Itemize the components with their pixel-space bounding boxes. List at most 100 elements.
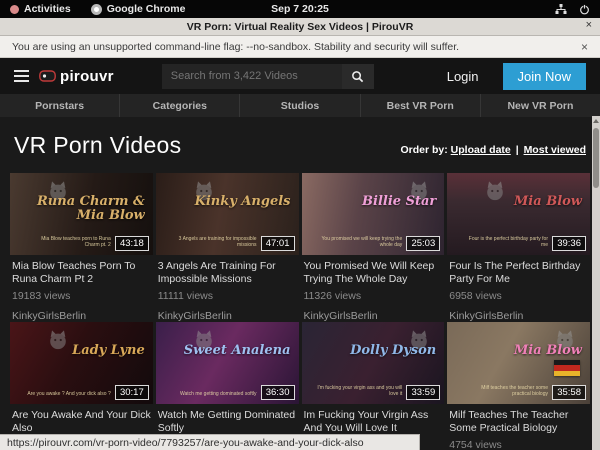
page-scrollbar[interactable]	[592, 116, 600, 450]
video-thumbnail[interactable]: Runa Charm & Mia Blow Mia Blow teaches p…	[10, 173, 153, 255]
studio-link[interactable]: KinkyGirlsBerlin	[304, 310, 443, 322]
main-nav: Pornstars Categories Studios Best VR Por…	[0, 94, 600, 117]
duration-badge: 30:17	[115, 385, 149, 400]
video-thumbnail[interactable]: Sweet Analena Watch me getting dominated…	[156, 322, 299, 404]
duration-badge: 25:03	[406, 236, 440, 251]
video-views: 4754 views	[449, 439, 588, 450]
video-grid: Runa Charm & Mia Blow Mia Blow teaches p…	[0, 173, 600, 450]
cat-watermark-icon	[47, 329, 69, 351]
thumbnail-caption: Are you awake ? And your dick also ?	[27, 391, 110, 397]
tray-network-icon[interactable]	[555, 3, 567, 15]
video-views: 6958 views	[449, 290, 588, 302]
search-button[interactable]	[342, 64, 374, 89]
thumbnail-caption: Milf teaches the teacher some practical …	[462, 385, 548, 397]
video-card[interactable]: Mia Blow Milf teaches the teacher some p…	[447, 322, 590, 450]
activities-button[interactable]: Activities	[0, 3, 81, 15]
duration-badge: 36:30	[261, 385, 295, 400]
order-by-controls: Order by: Upload date | Most viewed	[400, 144, 586, 159]
duration-badge: 35:58	[552, 385, 586, 400]
clock[interactable]: Sep 7 20:25	[271, 3, 329, 15]
video-thumbnail[interactable]: Mia Blow Milf teaches the teacher some p…	[447, 322, 590, 404]
video-title[interactable]: Im Fucking Your Virgin Ass And You Will …	[304, 409, 443, 434]
cat-watermark-icon	[484, 180, 506, 202]
window-close-icon[interactable]: ×	[586, 19, 592, 31]
duration-badge: 33:59	[406, 385, 440, 400]
page-title: VR Porn Videos	[14, 132, 181, 159]
login-link[interactable]: Login	[441, 69, 485, 84]
browser-viewport: pirouvr Login Join Now Pornstars Categor…	[0, 58, 600, 450]
video-title[interactable]: Four Is The Perfect Birthday Party For M…	[449, 260, 588, 285]
recording-indicator-icon	[10, 5, 19, 14]
site-logo[interactable]: pirouvr	[39, 68, 114, 85]
sandbox-warning-text: You are using an unsupported command-lin…	[12, 41, 459, 53]
video-title[interactable]: Milf Teaches The Teacher Some Practical …	[449, 409, 588, 434]
video-views: 19183 views	[12, 290, 151, 302]
video-views: 11111 views	[158, 290, 297, 302]
system-top-bar: Activities Google Chrome Sep 7 20:25	[0, 0, 600, 18]
video-title[interactable]: Watch Me Getting Dominated Softly	[158, 409, 297, 434]
studio-link[interactable]: KinkyGirlsBerlin	[158, 310, 297, 322]
video-card[interactable]: Lady Lyne Are you awake ? And your dick …	[10, 322, 153, 450]
vr-goggles-logo-icon	[39, 70, 56, 82]
video-views: 11326 views	[304, 290, 443, 302]
thumbnail-overlay-title: Mia Blow	[514, 195, 582, 209]
video-card[interactable]: Runa Charm & Mia Blow Mia Blow teaches p…	[10, 173, 153, 322]
scrollbar-up-arrow-icon[interactable]	[593, 119, 599, 123]
thumbnail-overlay-title: Lady Lyne	[72, 344, 145, 358]
search-box	[162, 64, 374, 89]
warning-close-icon[interactable]: ×	[581, 40, 588, 54]
video-card[interactable]: Sweet Analena Watch me getting dominated…	[156, 322, 299, 450]
sandbox-warning-bar: You are using an unsupported command-lin…	[0, 36, 600, 58]
video-title[interactable]: Mia Blow Teaches Porn To Runa Charm Pt 2	[12, 260, 151, 285]
video-thumbnail[interactable]: Kinky Angels 3 Angels are training for i…	[156, 173, 299, 255]
video-thumbnail[interactable]: Lady Lyne Are you awake ? And your dick …	[10, 322, 153, 404]
duration-badge: 39:36	[552, 236, 586, 251]
german-flag-icon	[554, 360, 580, 376]
nav-item-best-vr-porn[interactable]: Best VR Porn	[360, 94, 480, 117]
thumbnail-caption: Watch me getting dominated softly	[180, 391, 257, 397]
power-icon[interactable]	[579, 4, 590, 15]
video-title[interactable]: 3 Angels Are Training For Impossible Mis…	[158, 260, 297, 285]
search-icon	[351, 70, 364, 83]
order-by-upload-date-link[interactable]: Upload date	[451, 144, 511, 156]
video-title[interactable]: You Promised We Will Keep Trying The Who…	[304, 260, 443, 285]
thumbnail-overlay-title: Dolly Dyson	[350, 344, 436, 358]
thumbnail-overlay-title: Kinky Angels	[195, 195, 291, 209]
studio-link[interactable]: KinkyGirlsBerlin	[449, 310, 588, 322]
duration-badge: 43:18	[115, 236, 149, 251]
window-title-bar: VR Porn: Virtual Reality Sex Videos | Pi…	[0, 18, 600, 36]
video-thumbnail[interactable]: Billie Star You promised we will keep tr…	[302, 173, 445, 255]
studio-link[interactable]: KinkyGirlsBerlin	[12, 310, 151, 322]
nav-item-categories[interactable]: Categories	[119, 94, 239, 117]
status-url-bar: https://pirouvr.com/vr-porn-video/779325…	[0, 434, 420, 450]
chrome-app-menu[interactable]: Google Chrome	[81, 3, 196, 15]
thumbnail-caption: You promised we will keep trying the who…	[317, 236, 403, 248]
nav-item-new-vr-porn[interactable]: New VR Porn	[480, 94, 600, 117]
join-now-button[interactable]: Join Now	[503, 63, 586, 90]
video-card[interactable]: Kinky Angels 3 Angels are training for i…	[156, 173, 299, 322]
thumbnail-overlay-title: Runa Charm & Mia Blow	[33, 195, 144, 223]
nav-item-studios[interactable]: Studios	[239, 94, 359, 117]
search-input[interactable]	[162, 70, 342, 82]
scrollbar-thumb[interactable]	[593, 128, 599, 188]
logo-text: pirouvr	[60, 68, 114, 85]
video-card[interactable]: Dolly Dyson I'm fucking your virgin ass …	[302, 322, 445, 450]
hamburger-menu-icon[interactable]	[14, 70, 29, 82]
thumbnail-overlay-title: Billie Star	[362, 195, 436, 209]
page-head: VR Porn Videos Order by: Upload date | M…	[0, 117, 600, 173]
window-title: VR Porn: Virtual Reality Sex Videos | Pi…	[187, 21, 414, 33]
thumbnail-overlay-title: Sweet Analena	[184, 344, 291, 358]
video-card[interactable]: Billie Star You promised we will keep tr…	[302, 173, 445, 322]
chrome-app-label: Google Chrome	[107, 3, 186, 15]
chrome-icon	[91, 4, 102, 15]
video-thumbnail[interactable]: Mia Blow Four is the perfect birthday pa…	[447, 173, 590, 255]
video-card[interactable]: Mia Blow Four is the perfect birthday pa…	[447, 173, 590, 322]
thumbnail-caption: I'm fucking your virgin ass and you will…	[317, 385, 403, 397]
nav-item-pornstars[interactable]: Pornstars	[0, 94, 119, 117]
thumbnail-caption: Four is the perfect birthday party for m…	[462, 236, 548, 248]
order-by-most-viewed-link[interactable]: Most viewed	[524, 144, 586, 156]
video-title[interactable]: Are You Awake And Your Dick Also	[12, 409, 151, 434]
site-header: pirouvr Login Join Now	[0, 58, 600, 94]
video-thumbnail[interactable]: Dolly Dyson I'm fucking your virgin ass …	[302, 322, 445, 404]
duration-badge: 47:01	[261, 236, 295, 251]
